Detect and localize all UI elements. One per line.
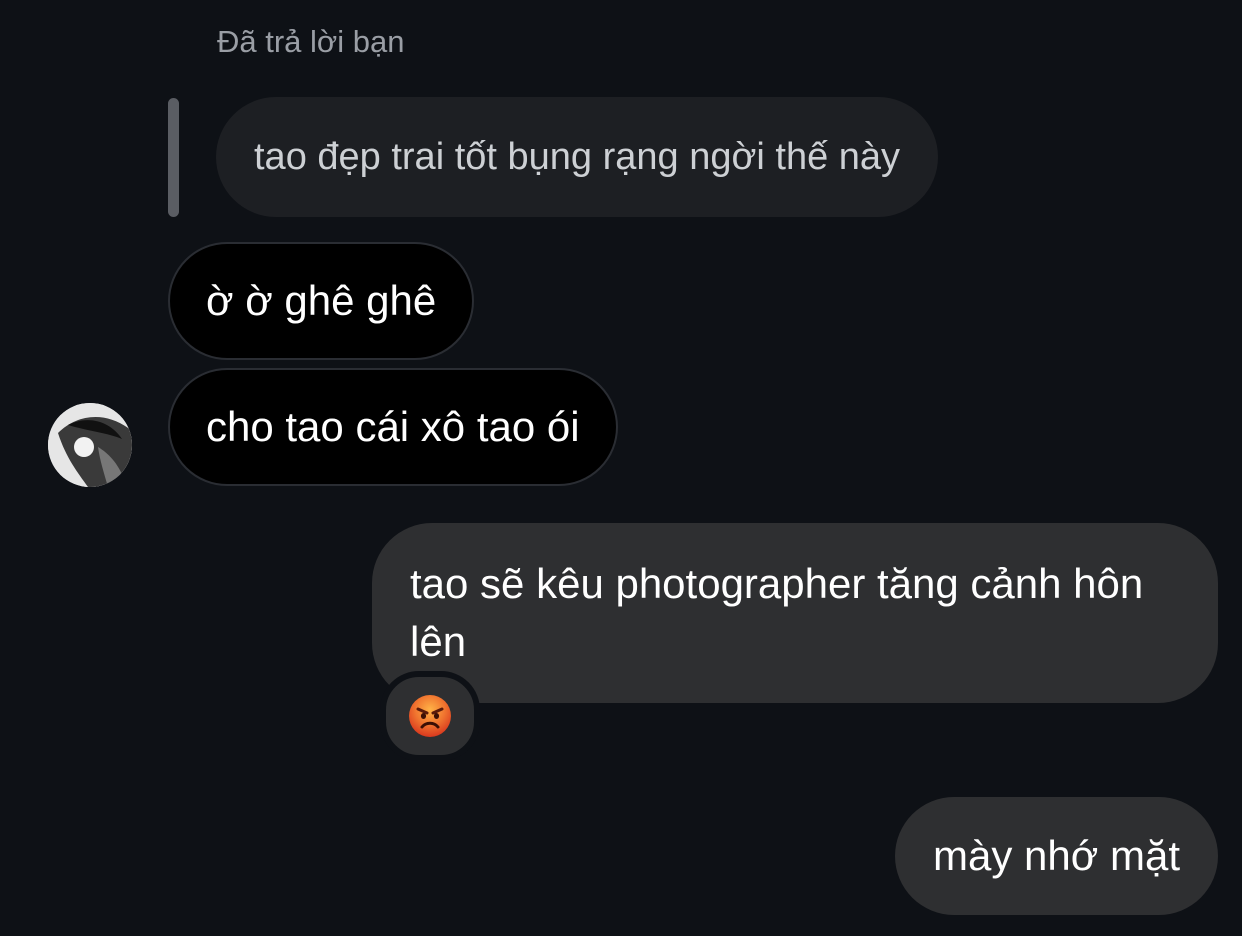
received-message-bubble[interactable]: cho tao cái xô tao ói xyxy=(168,368,618,486)
reply-label: Đã trả lời bạn xyxy=(217,24,405,59)
quoted-message-text: tao đẹp trai tốt bụng rạng ngời thế này xyxy=(254,135,901,178)
message-text: tao sẽ kêu photographer tăng cảnh hôn lê… xyxy=(410,560,1144,665)
received-message-bubble[interactable]: ờ ờ ghê ghê xyxy=(168,242,475,360)
avatar[interactable] xyxy=(48,403,132,487)
reply-quote-bar xyxy=(168,98,179,217)
quoted-message-bubble[interactable]: tao đẹp trai tốt bụng rạng ngời thế này xyxy=(216,97,939,217)
message-text: cho tao cái xô tao ói xyxy=(206,403,580,450)
avatar-image xyxy=(48,403,132,487)
sent-message-bubble[interactable]: tao sẽ kêu photographer tăng cảnh hôn lê… xyxy=(372,523,1218,703)
message-text: mày nhớ mặt xyxy=(933,832,1180,879)
message-reaction[interactable] xyxy=(380,671,480,761)
message-text: ờ ờ ghê ghê xyxy=(206,277,437,324)
angry-face-icon xyxy=(409,695,451,737)
sent-message-bubble[interactable]: mày nhớ mặt xyxy=(895,797,1218,915)
